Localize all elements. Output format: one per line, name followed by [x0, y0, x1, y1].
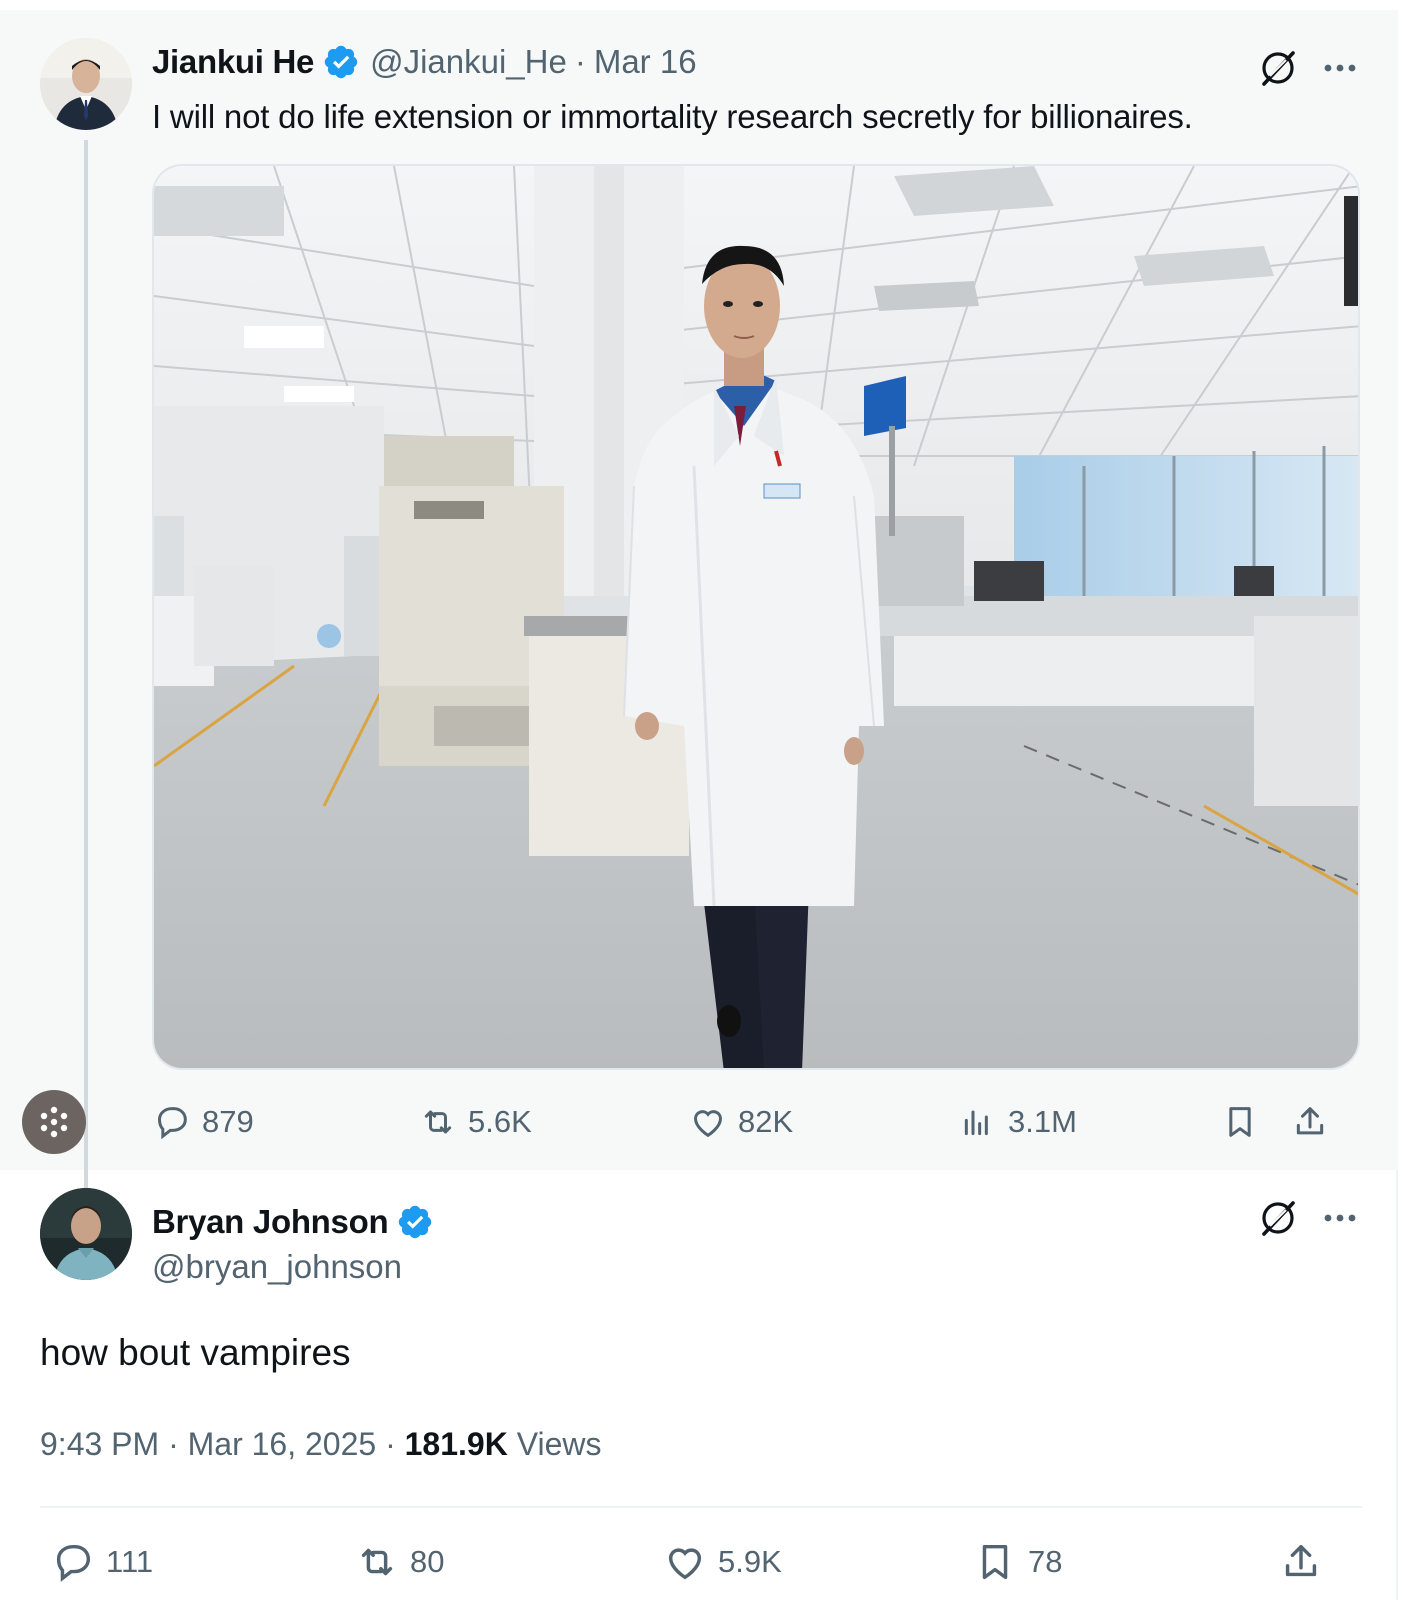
- tweet-date[interactable]: Mar 16: [594, 43, 697, 81]
- reply-button[interactable]: 111: [50, 1538, 153, 1586]
- separator-dot: ·: [168, 1426, 179, 1462]
- author-name[interactable]: Bryan Johnson: [152, 1203, 389, 1241]
- divider: [40, 1506, 1362, 1508]
- verified-badge-icon[interactable]: [396, 1203, 434, 1241]
- separator-dot: ·: [574, 43, 586, 80]
- views-count: 3.1M: [1008, 1104, 1077, 1139]
- dots-circle-icon: [40, 1106, 68, 1138]
- grok-icon[interactable]: [1256, 46, 1300, 90]
- thread-connector-line: [84, 140, 88, 1198]
- share-button[interactable]: [1278, 1538, 1334, 1586]
- views-button[interactable]: 3.1M: [958, 1098, 1077, 1146]
- share-icon: [1296, 1107, 1324, 1135]
- main-tweet-header: Bryan Johnson: [152, 1200, 434, 1244]
- repost-icon: [424, 1110, 452, 1134]
- main-tweet-actions: 111 80 5.9K 78: [40, 1538, 1362, 1588]
- tweet-full-date[interactable]: Mar 16, 2025: [188, 1426, 377, 1462]
- reply-icon: [56, 1544, 91, 1582]
- share-icon: [1285, 1544, 1317, 1577]
- repost-count: 80: [410, 1544, 445, 1579]
- bookmark-count: 78: [1028, 1544, 1063, 1579]
- reply-count: 111: [106, 1544, 154, 1579]
- bookmark-button[interactable]: 78: [972, 1538, 1062, 1586]
- reply-count: 879: [202, 1104, 254, 1139]
- repost-button[interactable]: 5.6K: [418, 1098, 532, 1146]
- repost-icon: [361, 1548, 393, 1576]
- share-button[interactable]: [1290, 1098, 1340, 1146]
- bookmark-button[interactable]: [1220, 1098, 1270, 1146]
- more-icon[interactable]: [1320, 46, 1360, 90]
- author-name[interactable]: Jiankui He: [152, 43, 314, 81]
- parent-tweet-header: Jiankui He @Jiankui_He · Mar 16: [152, 40, 697, 84]
- parent-tweet-text: I will not do life extension or immortal…: [152, 98, 1193, 135]
- tweet-frame: Jiankui He @Jiankui_He · Mar 16 I will n…: [0, 0, 1398, 1600]
- top-strip: [0, 0, 1398, 10]
- like-button[interactable]: 5.9K: [662, 1538, 782, 1586]
- author-handle[interactable]: @bryan_johnson: [152, 1248, 402, 1286]
- tweet-time[interactable]: 9:43 PM: [40, 1426, 159, 1462]
- parent-tweet[interactable]: Jiankui He @Jiankui_He · Mar 16 I will n…: [0, 10, 1398, 1198]
- grok-icon[interactable]: [1256, 1196, 1300, 1240]
- parent-tweet-actions: 879 5.6K 82K 3.1M: [152, 1098, 1362, 1146]
- tweet-photo[interactable]: [152, 164, 1360, 1070]
- verified-badge-icon[interactable]: [322, 43, 360, 81]
- bookmark-icon: [1229, 1107, 1251, 1137]
- views-count: 181.9K: [404, 1426, 508, 1462]
- separator-dot: ·: [385, 1426, 396, 1462]
- analytics-icon: [964, 1110, 988, 1136]
- like-count: 82K: [738, 1104, 794, 1139]
- bookmark-icon: [982, 1544, 1008, 1580]
- avatar-bryan-johnson[interactable]: [40, 1188, 132, 1280]
- like-button[interactable]: 82K: [688, 1098, 793, 1146]
- like-count: 5.9K: [718, 1544, 782, 1579]
- more-icon[interactable]: [1320, 1196, 1360, 1240]
- floating-grok-button[interactable]: [22, 1090, 86, 1154]
- main-tweet-text: how bout vampires: [40, 1332, 351, 1373]
- views-label: Views: [516, 1426, 602, 1462]
- heart-icon: [668, 1548, 702, 1580]
- heart-icon: [693, 1110, 723, 1138]
- author-handle[interactable]: @Jiankui_He: [370, 43, 567, 81]
- tweet-meta: 9:43 PM · Mar 16, 2025 · 181.9K Views: [40, 1426, 601, 1463]
- avatar-jiankui-he[interactable]: [40, 38, 132, 130]
- repost-count: 5.6K: [468, 1104, 532, 1139]
- repost-button[interactable]: 80: [354, 1538, 444, 1586]
- reply-icon: [157, 1107, 187, 1140]
- reply-button[interactable]: 879: [152, 1098, 254, 1146]
